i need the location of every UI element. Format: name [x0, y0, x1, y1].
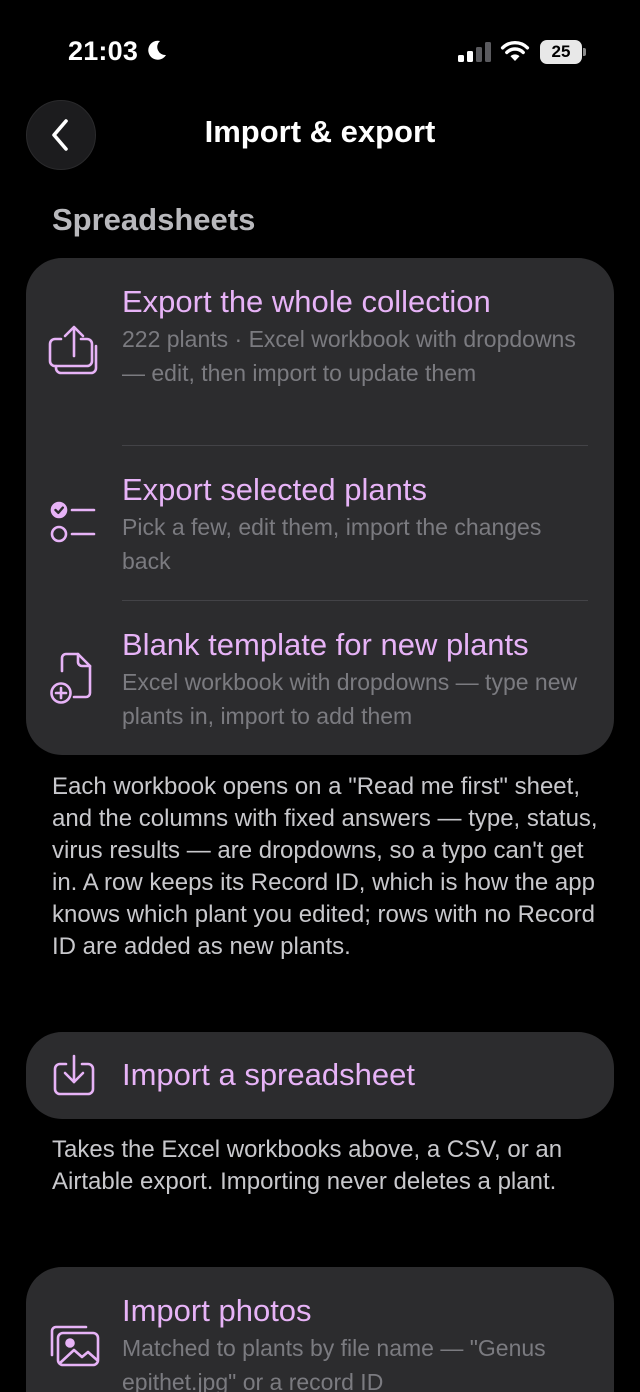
import-export-screen: 21:03 25 Import & export Spreadsheets Ex… [0, 0, 640, 1392]
workbook-note: Each workbook opens on a "Read me first"… [52, 773, 598, 960]
moon-icon [148, 40, 166, 60]
blank-template-title: Blank template for new plants [122, 627, 529, 662]
battery-indicator: 25 [540, 40, 586, 64]
cellular-signal-icon [458, 42, 491, 62]
import-note: Takes the Excel workbooks above, a CSV, … [52, 1136, 563, 1195]
blank-template-row[interactable]: Blank template for new plants Excel work… [26, 601, 614, 755]
export-whole-collection-row[interactable]: Export the whole collection 222 plants ·… [26, 258, 614, 445]
import-photos-subtitle: Matched to plants by file name — "Genus … [122, 1335, 546, 1392]
export-card: Export the whole collection 222 plants ·… [26, 258, 614, 755]
status-bar: 21:03 25 [0, 0, 640, 100]
new-document-icon [46, 649, 102, 705]
page-title: Import & export [204, 114, 436, 149]
export-selected-title: Export selected plants [122, 472, 428, 507]
import-spreadsheet-button[interactable]: Import a spreadsheet [26, 1032, 614, 1119]
import-photos-card[interactable]: Import photos Matched to plants by file … [26, 1267, 614, 1392]
share-export-icon [46, 322, 102, 378]
status-time: 21:03 [68, 36, 139, 66]
export-whole-collection-subtitle: 222 plants · Excel workbook with dropdow… [122, 326, 576, 386]
wifi-icon [500, 40, 530, 61]
export-whole-collection-title: Export the whole collection [122, 284, 491, 319]
battery-tip [583, 48, 586, 56]
import-spreadsheet-title: Import a spreadsheet [122, 1057, 415, 1092]
export-selected-row[interactable]: Export selected plants Pick a few, edit … [26, 446, 614, 600]
export-selected-subtitle: Pick a few, edit them, import the change… [122, 514, 542, 574]
section-title-spreadsheets: Spreadsheets [52, 202, 256, 237]
checklist-icon [46, 494, 102, 550]
blank-template-subtitle: Excel workbook with dropdowns — type new… [122, 669, 578, 729]
photos-icon [46, 1317, 102, 1373]
import-tray-icon [46, 1048, 102, 1104]
import-photos-title: Import photos [122, 1293, 312, 1328]
battery-level: 25 [540, 40, 582, 64]
